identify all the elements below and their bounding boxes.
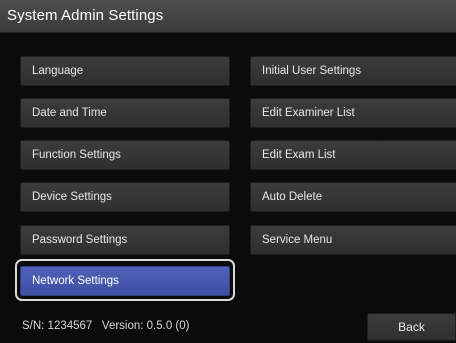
initial-user-settings-button[interactable]: Initial User Settings (250, 56, 456, 86)
device-settings-button-label: Device Settings (32, 191, 112, 203)
function-settings-button-label: Function Settings (32, 149, 121, 161)
service-menu-button-label: Service Menu (262, 234, 333, 246)
network-settings-button[interactable]: Network Settings (20, 266, 230, 296)
serial-version-info: S/N: 1234567 Version: 0.5.0 (0) (22, 320, 190, 332)
back-button-label: Back (398, 320, 425, 334)
language-button[interactable]: Language (20, 56, 230, 86)
password-settings-button[interactable]: Password Settings (20, 225, 230, 255)
date-and-time-button-label: Date and Time (32, 107, 107, 119)
language-button-label: Language (32, 65, 84, 77)
system-admin-settings-screen: System Admin Settings Language Date and … (0, 0, 456, 343)
title-bar: System Admin Settings (0, 0, 456, 33)
edit-exam-list-button[interactable]: Edit Exam List (250, 140, 456, 170)
back-button[interactable]: Back (367, 313, 456, 341)
function-settings-button[interactable]: Function Settings (20, 140, 230, 170)
auto-delete-button[interactable]: Auto Delete (250, 182, 456, 212)
page-title: System Admin Settings (7, 7, 164, 24)
password-settings-button-label: Password Settings (32, 234, 128, 246)
service-menu-button[interactable]: Service Menu (250, 225, 456, 255)
date-and-time-button[interactable]: Date and Time (20, 98, 230, 128)
edit-examiner-list-button[interactable]: Edit Examiner List (250, 98, 456, 128)
device-settings-button[interactable]: Device Settings (20, 182, 230, 212)
auto-delete-button-label: Auto Delete (262, 191, 323, 203)
edit-exam-list-button-label: Edit Exam List (262, 149, 336, 161)
initial-user-settings-button-label: Initial User Settings (262, 65, 362, 77)
network-settings-button-label: Network Settings (32, 275, 119, 287)
edit-examiner-list-button-label: Edit Examiner List (262, 107, 355, 119)
